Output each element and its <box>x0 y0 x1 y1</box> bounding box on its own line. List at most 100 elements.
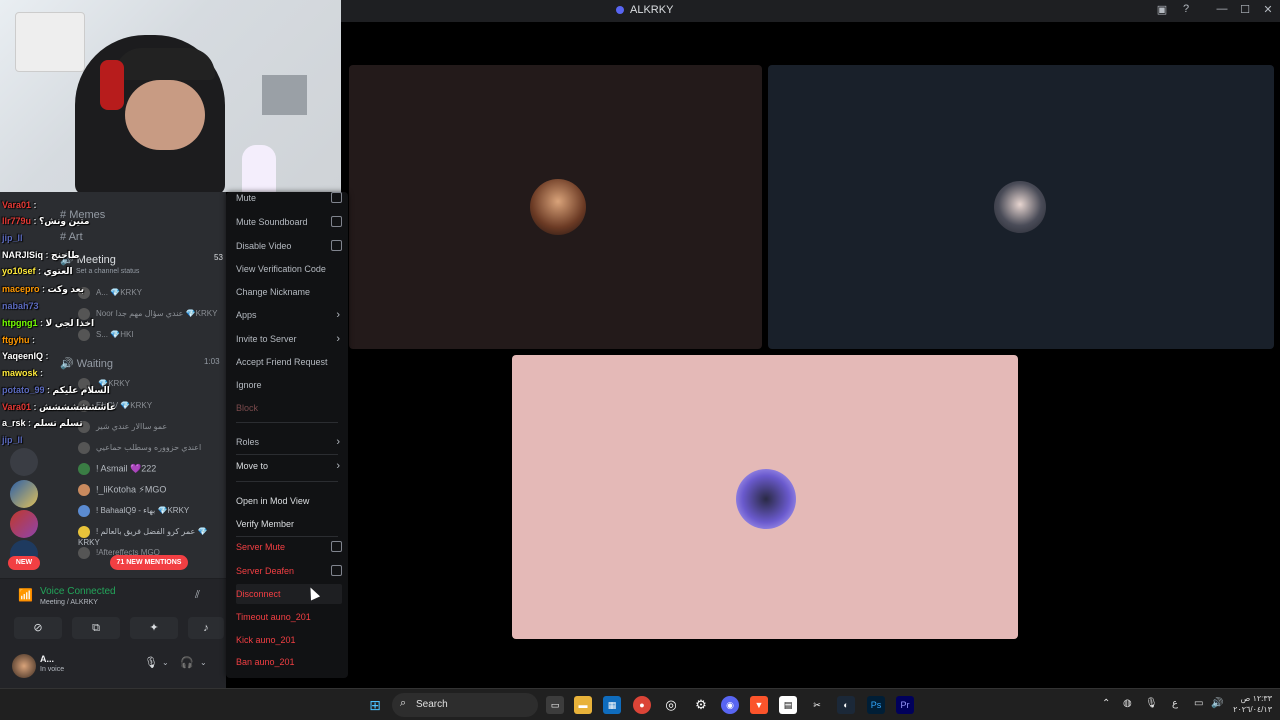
discord-taskbar-icon[interactable]: ◉ <box>721 696 739 714</box>
activities-button[interactable]: ✦ <box>130 617 178 639</box>
chevron-right-icon: › <box>336 333 340 345</box>
tray-overflow-icon[interactable]: ⌃ <box>1102 698 1110 709</box>
participant-tile-speaking[interactable] <box>512 355 1018 639</box>
brave-icon[interactable]: ▼ <box>750 696 768 714</box>
menu-separator <box>236 481 338 482</box>
photoshop-icon[interactable]: Ps <box>867 696 885 714</box>
help-icon[interactable]: ? <box>1178 3 1194 15</box>
user-status: In voice <box>40 666 65 673</box>
server-list <box>0 192 48 582</box>
menu-apps[interactable]: Apps › <box>236 305 342 325</box>
menu-timeout-user[interactable]: Timeout auno_201 <box>236 607 342 627</box>
clock-time: ١٢:٣٣ ص <box>1240 694 1272 703</box>
document-icon[interactable]: ▤ <box>779 696 797 714</box>
microphone-tray-icon[interactable]: 🎙 <box>1145 698 1158 709</box>
voice-member[interactable]: ! عمر كرو الفضل فريق بالعالم 💎KRKY <box>78 526 226 547</box>
voice-member[interactable]: 💎KRKY <box>78 378 130 392</box>
chrome-icon[interactable]: ● <box>633 696 651 714</box>
user-panel: A... In voice 🎙 ⌄ 🎧 ⌄ <box>0 648 226 688</box>
display-icon[interactable]: ▭ <box>1194 698 1203 709</box>
voice-channel-meeting[interactable]: 🔊 Meeting 53 <box>60 253 223 266</box>
voice-member[interactable]: !_liKotoha ⚡MGO <box>78 484 166 498</box>
capcut-icon[interactable]: ✂ <box>808 696 826 714</box>
menu-change-nickname[interactable]: Change Nickname <box>236 282 342 302</box>
participant-tile[interactable] <box>349 65 762 349</box>
chevron-down-icon[interactable]: ⌄ <box>162 658 169 667</box>
store-icon[interactable]: ▦ <box>603 696 621 714</box>
file-explorer-icon[interactable]: ▬ <box>574 696 592 714</box>
screen-share-icon[interactable]: ▣ <box>1154 3 1170 16</box>
steam-app-icon[interactable]: ◐ <box>837 696 855 714</box>
menu-disable-video[interactable]: Disable Video <box>236 236 342 256</box>
server-icon[interactable] <box>10 510 38 538</box>
camera-toggle-button[interactable]: ⊘ <box>14 617 62 639</box>
chevron-down-icon[interactable]: ⌄ <box>200 658 207 667</box>
checkbox[interactable] <box>331 192 342 203</box>
headphones-icon[interactable]: 🎧 <box>180 656 194 669</box>
premiere-icon[interactable]: Pr <box>896 696 914 714</box>
voice-member[interactable]: S... 💎HKI <box>78 329 134 343</box>
tray-app-icon[interactable]: ◍ <box>1123 698 1132 709</box>
avatar[interactable] <box>12 654 36 678</box>
channel-memes[interactable]: # Memes <box>60 209 105 221</box>
clock-date: ٢٠٢٦/٠٤/١٣ <box>1233 705 1272 714</box>
server-icon[interactable] <box>10 448 38 476</box>
voice-location[interactable]: Meeting / ALKRKY <box>40 599 98 606</box>
maximize-button[interactable]: ☐ <box>1237 3 1253 16</box>
checkbox[interactable] <box>331 216 342 227</box>
steam-icon[interactable]: ⚙ <box>692 696 710 714</box>
screen-share-button[interactable]: ⧉ <box>72 617 120 639</box>
obs-icon[interactable]: ◎ <box>662 696 680 714</box>
streamer-bandana <box>115 48 215 80</box>
checkbox[interactable] <box>331 565 342 576</box>
microphone-icon[interactable]: 🎙 <box>144 656 158 669</box>
volume-icon[interactable]: 🔊 <box>1211 698 1223 709</box>
windows-start-icon[interactable]: ⊞ <box>366 696 384 714</box>
soundboard-button[interactable]: ♪ <box>188 617 224 639</box>
voice-member[interactable]: ! Asmail 💜222 <box>78 463 156 477</box>
menu-mute[interactable]: Mute <box>236 188 342 208</box>
award-plaque <box>15 12 85 72</box>
new-mentions-badge[interactable]: 71 NEW MENTIONS <box>110 555 188 570</box>
menu-roles[interactable]: Roles › <box>236 432 342 452</box>
channel-art[interactable]: # Art <box>60 231 83 243</box>
lamp <box>242 145 276 192</box>
taskbar-search[interactable]: ⌕ Search <box>392 693 538 717</box>
server-icon[interactable] <box>10 480 38 508</box>
menu-server-deafen[interactable]: Server Deafen <box>236 561 342 581</box>
minimize-button[interactable]: — <box>1214 3 1230 15</box>
menu-invite-to-server[interactable]: Invite to Server › <box>236 329 342 349</box>
task-view-icon[interactable]: ▭ <box>546 696 564 714</box>
menu-kick-user[interactable]: Kick auno_201 <box>236 630 342 650</box>
menu-view-verification-code[interactable]: View Verification Code <box>236 259 342 279</box>
menu-mute-soundboard[interactable]: Mute Soundboard <box>236 212 342 232</box>
voice-channel-waiting[interactable]: 🔊 Waiting 1:03 <box>60 357 220 370</box>
menu-verify-member[interactable]: Verify Member <box>236 514 342 534</box>
close-button[interactable]: ✕ <box>1260 3 1276 16</box>
menu-accept-friend-request[interactable]: Accept Friend Request <box>236 352 342 372</box>
menu-ignore[interactable]: Ignore <box>236 375 342 395</box>
language-indicator[interactable]: ع <box>1172 698 1178 709</box>
participant-tile[interactable] <box>768 65 1274 349</box>
new-badge[interactable]: NEW <box>8 556 40 570</box>
voice-status[interactable]: Voice Connected <box>40 586 116 597</box>
channel-status-prompt[interactable]: Set a channel status <box>76 268 139 275</box>
voice-member[interactable]: EHRV 💎KRKY <box>78 400 152 414</box>
checkbox[interactable] <box>331 541 342 552</box>
voice-member[interactable]: Noor عندي سؤال مهم جدا 💎KRKY <box>78 308 217 322</box>
window-title: ALKRKY <box>630 4 674 16</box>
voice-member[interactable]: A... 💎KRKY <box>78 287 142 301</box>
voice-member[interactable]: اعندي حزووره وسطلب حماعيي <box>78 442 201 456</box>
menu-open-in-mod-view[interactable]: Open in Mod View <box>236 491 342 511</box>
search-icon: ⌕ <box>400 697 407 709</box>
checkbox[interactable] <box>331 240 342 251</box>
voice-member[interactable]: ! BahaalQ9 - بهاء 💎KRKY <box>78 505 189 519</box>
voice-member[interactable]: عمو ساالار عندي شير <box>78 421 167 435</box>
noise-suppression-icon[interactable]: ⫽ <box>195 589 200 602</box>
menu-move-to[interactable]: Move to › <box>236 456 342 476</box>
menu-disconnect[interactable]: Disconnect <box>236 584 342 604</box>
menu-block[interactable]: Block <box>236 398 342 418</box>
taskbar-clock[interactable]: ١٢:٣٣ ص ٢٠٢٦/٠٤/١٣ <box>1228 693 1272 715</box>
menu-ban-user[interactable]: Ban auno_201 <box>236 652 342 672</box>
menu-server-mute[interactable]: Server Mute <box>236 537 342 557</box>
